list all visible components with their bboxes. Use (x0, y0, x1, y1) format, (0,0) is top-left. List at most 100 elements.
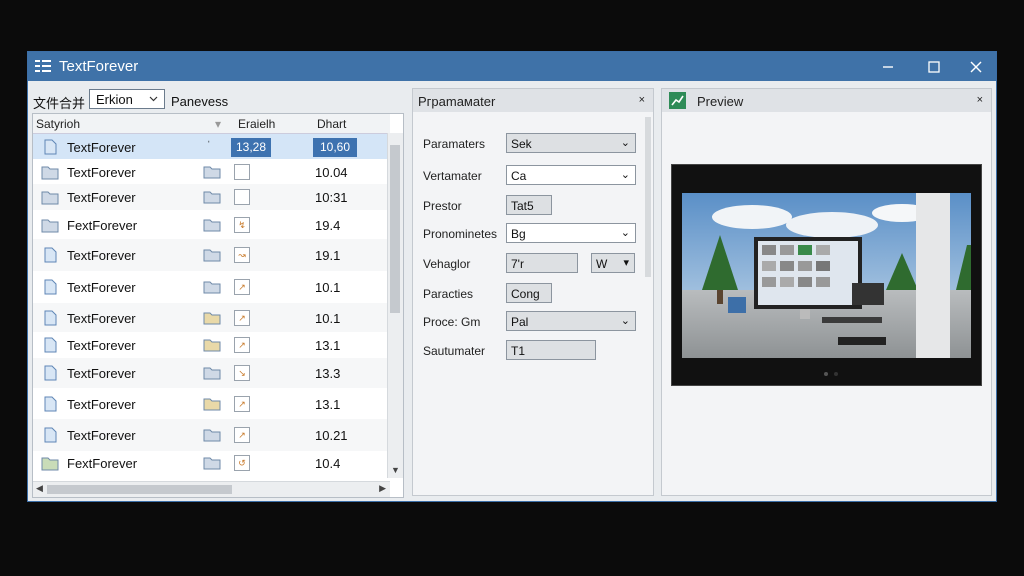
folder-icon (41, 191, 59, 205)
document-icon (44, 337, 57, 353)
office-scene-image (682, 193, 971, 376)
list-item[interactable]: TextForever ˈ 13,28 10,60 (33, 134, 390, 159)
chevron-down-icon: ▾ (623, 257, 629, 269)
view-combo[interactable]: Erkion (89, 89, 165, 109)
close-icon (970, 61, 982, 72)
parameters-scrollbar[interactable] (645, 117, 651, 277)
maximize-icon (928, 60, 940, 73)
minimize-icon (883, 65, 893, 68)
item-name: TextForever (67, 428, 136, 443)
param-input[interactable]: Cong (506, 283, 552, 303)
item-value: 10.1 (315, 311, 341, 326)
param-label: Vertamater (423, 169, 482, 183)
title-bar: TextForever (28, 52, 996, 81)
item-name: TextForever (67, 190, 136, 205)
list-item[interactable]: FextForever ↯ 19.4 (33, 210, 390, 239)
close-button[interactable] (954, 52, 998, 81)
document-icon (44, 279, 57, 295)
folder-icon (203, 166, 221, 179)
horizontal-scrollbar[interactable]: ◀ ▶ (33, 481, 390, 497)
param-label: Paramaters (423, 137, 486, 151)
vertical-scrollbar[interactable]: ▼ (387, 133, 403, 478)
preview-title: Preview (697, 94, 744, 109)
folder-icon (203, 219, 221, 232)
list-item[interactable]: TextForever ↗ 13.1 (33, 388, 390, 419)
file-list-pane: 文件合并 Erkion Panevess Satyrioh ▾ Eraielh … (32, 88, 404, 498)
param-dropdown[interactable]: Sek ⌄ (506, 133, 636, 153)
scroll-left-icon[interactable]: ◀ (36, 483, 43, 494)
item-name: TextForever (67, 338, 136, 353)
parameters-panel: Pграmaмater × Paramaters Sek ⌄ Vertamater Ca… (412, 88, 654, 496)
folder-icon (41, 457, 59, 471)
item-value: 10.21 (315, 428, 348, 443)
list-item[interactable]: TextForever ↘ 13.3 (33, 358, 390, 388)
view-combo-value: Erkion (96, 92, 133, 107)
list-item[interactable]: TextForever ↗ 10.1 (33, 271, 390, 303)
chevron-down-icon (149, 96, 158, 102)
param-label: Prestor (423, 199, 462, 213)
scroll-right-icon[interactable]: ▶ (379, 483, 386, 494)
list-item[interactable]: TextForever ↝ 19.1 (33, 239, 390, 271)
thumbnail-icon: ↗ (234, 337, 250, 353)
list-item[interactable]: TextForever ↗ 10.1 (33, 303, 390, 332)
parameters-header: Pграmaмater × (413, 89, 653, 112)
window-title: TextForever (59, 58, 139, 75)
document-icon (44, 310, 57, 326)
param-unit-dropdown[interactable]: W ▾ (591, 253, 635, 273)
document-icon (44, 365, 57, 381)
list-item[interactable]: TextForever 10:31 (33, 184, 390, 210)
toolbar-label: 文件合并 (33, 96, 86, 111)
column-header[interactable]: Eraielh (238, 117, 275, 131)
item-name: TextForever (67, 366, 136, 381)
item-name: FextForever (67, 456, 138, 471)
thumbnail-icon: ↗ (234, 427, 250, 443)
folder-icon (41, 166, 59, 180)
list-item[interactable]: TextForever ↗ 10.21 (33, 419, 390, 451)
item-value: 10.04 (315, 165, 348, 180)
close-panel-icon[interactable]: × (639, 94, 645, 106)
toolbar-label-2: Panevess (171, 94, 229, 109)
list-item[interactable]: TextForever ↗ 13.1 (33, 332, 390, 358)
folder-icon (203, 249, 221, 262)
preview-header: Preview × (662, 89, 991, 112)
scroll-thumb[interactable] (390, 145, 400, 313)
param-value: Bg (511, 227, 526, 241)
item-value: 19.1 (315, 248, 341, 263)
item-flag: ˈ (207, 140, 211, 152)
param-label: Paracties (423, 287, 474, 301)
folder-icon (203, 367, 221, 380)
folder-icon (203, 398, 221, 411)
item-name: TextForever (67, 280, 136, 295)
preview-image (671, 164, 982, 386)
maximize-button[interactable] (912, 52, 956, 81)
param-dropdown[interactable]: Ca ⌄ (506, 165, 636, 185)
app-window: TextForever 文件合并 Erkion Panevess Satyrio… (27, 51, 997, 502)
param-input[interactable]: T1 (506, 340, 596, 360)
list-item[interactable]: FextForever ↺ 10.4 (33, 451, 390, 474)
scroll-thumb[interactable] (47, 485, 232, 494)
item-value: 13.1 (315, 338, 341, 353)
column-header[interactable]: Satyrioh (36, 117, 80, 131)
thumbnail-icon: ↝ (234, 247, 250, 263)
close-panel-icon[interactable]: × (977, 94, 983, 106)
folder-icon (203, 457, 221, 470)
sort-icon[interactable]: ▾ (215, 117, 221, 131)
scroll-down-icon[interactable]: ▼ (391, 465, 400, 475)
chevron-down-icon: ⌄ (620, 169, 630, 181)
thumbnail-icon: ↯ (234, 217, 250, 233)
column-header[interactable]: Dhart (317, 117, 346, 131)
param-label: Sautumater (423, 344, 486, 358)
param-input[interactable]: 7'r (506, 253, 578, 273)
item-value: 10:31 (315, 190, 348, 205)
param-input[interactable]: Tat5 (506, 195, 552, 215)
param-dropdown[interactable]: Bg ⌄ (506, 223, 636, 243)
selected-value-cell[interactable]: 13,28 (231, 138, 271, 157)
param-label: Vehaglor (423, 257, 471, 271)
param-dropdown[interactable]: Pal ⌄ (506, 311, 636, 331)
list-toolbar: 文件合并 Erkion Panevess (32, 88, 404, 112)
list-item[interactable]: TextForever 10.04 (33, 159, 390, 184)
minimize-button[interactable] (866, 52, 910, 81)
item-name: TextForever (67, 311, 136, 326)
item-value: 10,60 (313, 138, 357, 157)
folder-icon (203, 281, 221, 294)
